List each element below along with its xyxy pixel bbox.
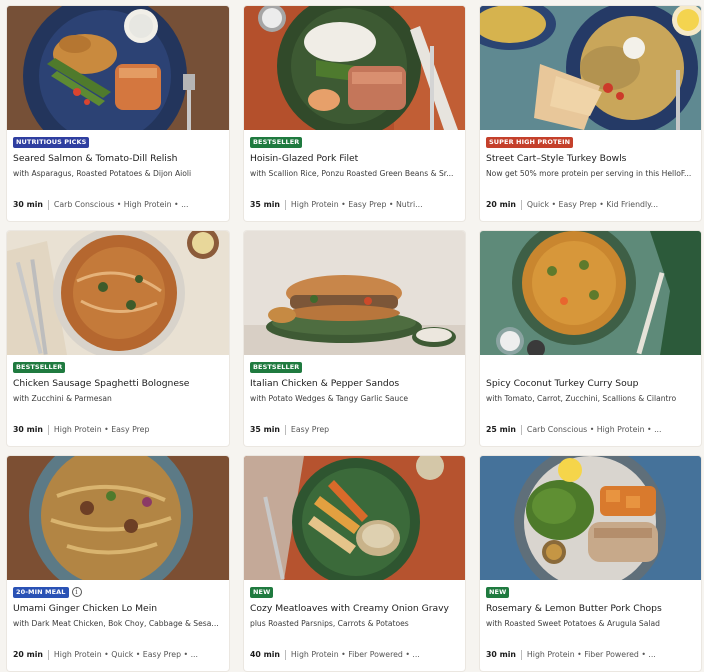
recipe-tags: High Protein • Quick • Easy Prep • ... xyxy=(53,650,199,659)
cook-time: 35 min xyxy=(250,425,280,434)
badge-bestseller: BESTSELLER xyxy=(250,361,303,373)
cook-time: 35 min xyxy=(250,200,280,209)
cook-time: 40 min xyxy=(250,650,280,659)
recipe-title[interactable]: Chicken Sausage Spaghetti Bolognese xyxy=(13,377,223,390)
recipe-card-spaghetti-bolognese[interactable]: BESTSELLER Chicken Sausage Spaghetti Bol… xyxy=(7,231,229,446)
recipe-title[interactable]: Hoisin-Glazed Pork Filet xyxy=(250,152,459,165)
recipe-title[interactable]: Seared Salmon & Tomato-Dill Relish xyxy=(13,152,223,165)
recipe-card-seared-salmon[interactable]: NUTRITIOUS PICKS Seared Salmon & Tomato-… xyxy=(7,6,229,221)
recipe-photo[interactable] xyxy=(244,6,465,130)
recipe-tags: Easy Prep xyxy=(290,425,330,434)
recipe-photo[interactable] xyxy=(244,231,465,355)
recipe-card-chicken-pepper-sandos[interactable]: BESTSELLER Italian Chicken & Pepper Sand… xyxy=(244,231,465,446)
recipe-card-ginger-lo-mein[interactable]: 20-MIN MEAL i Umami Ginger Chicken Lo Me… xyxy=(7,456,229,671)
recipe-photo[interactable] xyxy=(480,456,701,580)
recipe-photo[interactable] xyxy=(7,456,229,580)
recipe-card-turkey-bowls[interactable]: SUPER HIGH PROTEIN Street Cart–Style Tur… xyxy=(480,6,701,221)
recipe-meta: 40 min High Protein • Fiber Powered • ..… xyxy=(250,649,459,660)
recipe-title[interactable]: Italian Chicken & Pepper Sandos xyxy=(250,377,459,390)
recipe-meta: 35 min Easy Prep xyxy=(250,424,459,435)
recipe-meta: 30 min High Protein • Easy Prep xyxy=(13,424,223,435)
recipe-card-coconut-curry-soup[interactable]: Spicy Coconut Turkey Curry Soup with Tom… xyxy=(480,231,701,446)
badge-bestseller: BESTSELLER xyxy=(13,361,66,373)
cook-time: 30 min xyxy=(13,425,43,434)
recipe-title[interactable]: Spicy Coconut Turkey Curry Soup xyxy=(486,377,695,390)
recipe-tags: High Protein • Fiber Powered • ... xyxy=(290,650,420,659)
recipe-subtitle: with Dark Meat Chicken, Bok Choy, Cabbag… xyxy=(13,619,219,628)
recipe-subtitle: Now get 50% more protein per serving in … xyxy=(486,169,692,178)
recipe-photo[interactable] xyxy=(480,231,701,355)
meta-divider xyxy=(520,199,522,210)
recipe-subtitle: with Scallion Rice, Ponzu Roasted Green … xyxy=(250,169,454,178)
recipe-photo[interactable] xyxy=(244,456,465,580)
recipe-title[interactable]: Rosemary & Lemon Butter Pork Chops xyxy=(486,602,695,615)
recipe-title[interactable]: Cozy Meatloaves with Creamy Onion Gravy xyxy=(250,602,459,615)
recipe-tags: Quick • Easy Prep • Kid Friendly... xyxy=(526,200,659,209)
recipe-meta: 20 min Quick • Easy Prep • Kid Friendly.… xyxy=(486,199,695,210)
meta-divider xyxy=(520,424,522,435)
recipe-card-rosemary-pork-chops[interactable]: NEW Rosemary & Lemon Butter Pork Chops w… xyxy=(480,456,701,671)
badge-super-high-protein: SUPER HIGH PROTEIN xyxy=(486,136,574,148)
badge-20-min-meal: 20-MIN MEAL xyxy=(13,586,69,598)
recipe-title[interactable]: Street Cart–Style Turkey Bowls xyxy=(486,152,695,165)
recipe-tags: Carb Conscious • High Protein • ... xyxy=(53,200,189,209)
meta-divider xyxy=(284,199,286,210)
recipe-meta: 25 min Carb Conscious • High Protein • .… xyxy=(486,424,695,435)
badge-bestseller: BESTSELLER xyxy=(250,136,303,148)
recipe-meta: 30 min Carb Conscious • High Protein • .… xyxy=(13,199,223,210)
cook-time: 30 min xyxy=(13,200,43,209)
badge-new: NEW xyxy=(486,586,510,598)
cook-time: 30 min xyxy=(486,650,516,659)
recipe-card-hoisin-pork[interactable]: BESTSELLER Hoisin-Glazed Pork Filet with… xyxy=(244,6,465,221)
recipe-meta: 35 min High Protein • Easy Prep • Nutri.… xyxy=(250,199,459,210)
recipe-tags: High Protein • Fiber Powered • ... xyxy=(526,650,656,659)
meta-divider xyxy=(47,199,49,210)
meta-divider xyxy=(284,649,286,660)
recipe-tags: Carb Conscious • High Protein • ... xyxy=(526,425,662,434)
recipe-subtitle: with Tomato, Carrot, Zucchini, Scallions… xyxy=(486,394,677,403)
recipe-subtitle: with Roasted Sweet Potatoes & Arugula Sa… xyxy=(486,619,660,628)
recipe-photo[interactable] xyxy=(480,6,701,130)
cook-time: 20 min xyxy=(486,200,516,209)
recipe-title[interactable]: Umami Ginger Chicken Lo Mein xyxy=(13,602,223,615)
badge-row-empty xyxy=(486,361,695,373)
recipe-tags: High Protein • Easy Prep xyxy=(53,425,150,434)
meta-divider xyxy=(520,649,522,660)
recipe-photo[interactable] xyxy=(7,6,229,130)
cook-time: 20 min xyxy=(13,650,43,659)
cook-time: 25 min xyxy=(486,425,516,434)
meta-divider xyxy=(47,649,49,660)
badge-nutritious-picks: NUTRITIOUS PICKS xyxy=(13,136,90,148)
meta-divider xyxy=(47,424,49,435)
badge-new: NEW xyxy=(250,586,274,598)
recipe-subtitle: plus Roasted Parsnips, Carrots & Potatoe… xyxy=(250,619,409,628)
recipe-photo[interactable] xyxy=(7,231,229,355)
recipe-grid: NUTRITIOUS PICKS Seared Salmon & Tomato-… xyxy=(7,6,701,671)
recipe-subtitle: with Potato Wedges & Tangy Garlic Sauce xyxy=(250,394,409,403)
meta-divider xyxy=(284,424,286,435)
recipe-meta: 30 min High Protein • Fiber Powered • ..… xyxy=(486,649,695,660)
recipe-meta: 20 min High Protein • Quick • Easy Prep … xyxy=(13,649,223,660)
recipe-subtitle: with Asparagus, Roasted Potatoes & Dijon… xyxy=(13,169,192,178)
recipe-subtitle: with Zucchini & Parmesan xyxy=(13,394,112,403)
recipe-card-cozy-meatloaves[interactable]: NEW Cozy Meatloaves with Creamy Onion Gr… xyxy=(244,456,465,671)
info-icon[interactable]: i xyxy=(71,587,82,597)
recipe-tags: High Protein • Easy Prep • Nutri... xyxy=(290,200,423,209)
